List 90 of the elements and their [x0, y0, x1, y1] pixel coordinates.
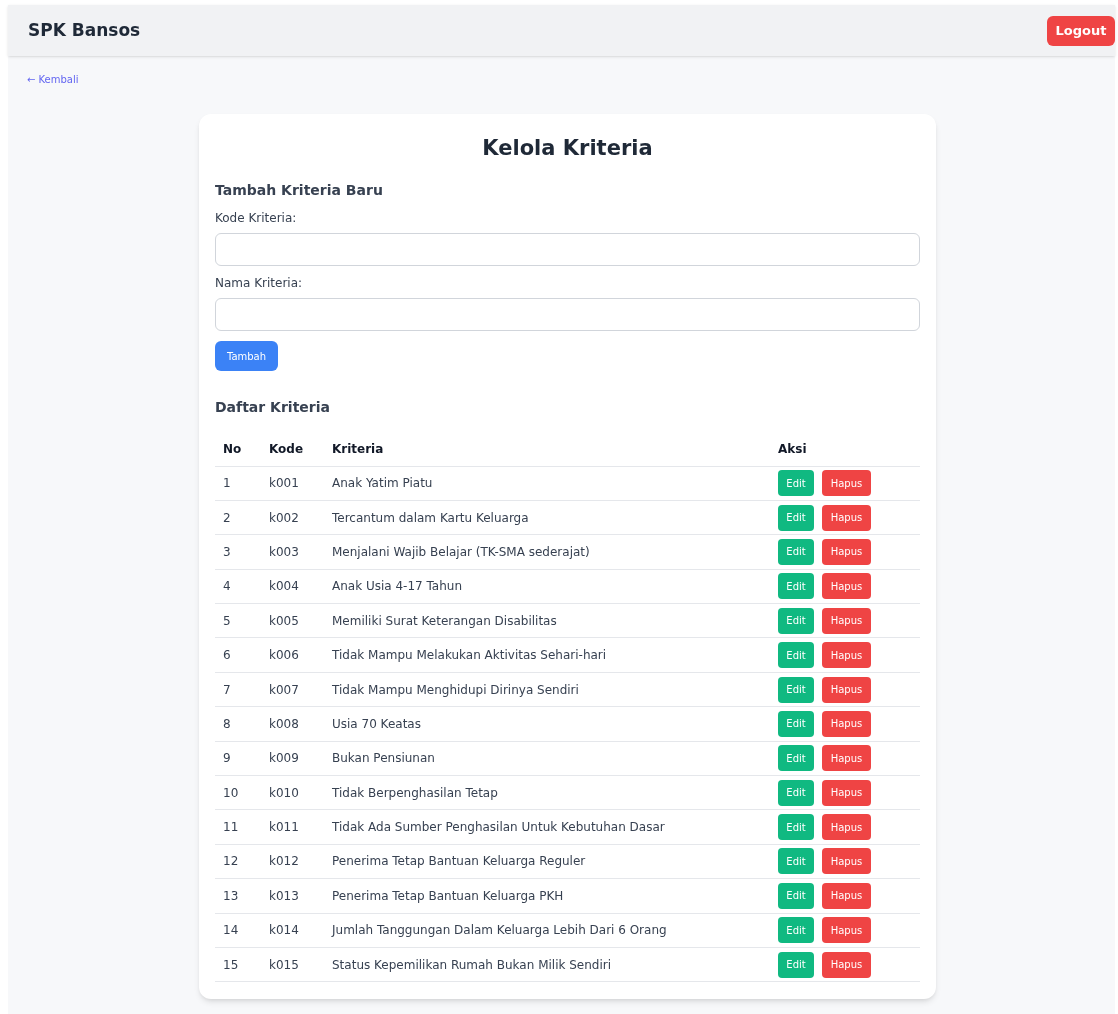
edit-button[interactable]: Edit: [778, 504, 814, 531]
list-heading: Daftar Kriteria: [215, 398, 331, 417]
table-cell: k003: [261, 534, 324, 570]
table-cell: Anak Usia 4-17 Tahun: [324, 569, 770, 604]
column-header: Kriteria: [324, 432, 770, 466]
table-cell: Tidak Mampu Melakukan Aktivitas Sehari-hari: [324, 637, 770, 673]
table-cell: k008: [261, 706, 324, 742]
delete-button[interactable]: Hapus: [822, 642, 871, 669]
delete-button[interactable]: Hapus: [822, 917, 871, 944]
delete-button[interactable]: Hapus: [822, 504, 871, 531]
delete-button[interactable]: Hapus: [822, 814, 871, 841]
add-button[interactable]: Tambah: [215, 341, 278, 371]
table-cell: 11: [215, 809, 261, 845]
field-label: Kode Kriteria:: [215, 210, 298, 227]
table-cell: Memiliki Surat Keterangan Disabilitas: [324, 603, 770, 638]
delete-button[interactable]: Hapus: [822, 779, 871, 806]
logout-button[interactable]: Logout: [1047, 15, 1115, 46]
table-cell: Bukan Pensiunan: [324, 741, 770, 776]
delete-button[interactable]: Hapus: [822, 745, 871, 772]
edit-button[interactable]: Edit: [778, 676, 814, 703]
back-link[interactable]: ← Kembali: [27, 74, 79, 85]
table-cell: k014: [261, 913, 324, 948]
table-cell: k011: [261, 809, 324, 845]
delete-button[interactable]: Hapus: [822, 470, 871, 497]
table-cell: k005: [261, 603, 324, 638]
table-cell: k002: [261, 500, 324, 535]
table-cell: 7: [215, 672, 261, 707]
table-cell: 1: [215, 466, 261, 501]
delete-button[interactable]: Hapus: [822, 848, 871, 875]
table-cell: Status Kepemilikan Rumah Bukan Milik Sendiri: [324, 947, 770, 982]
table-cell: Usia 70 Keatas: [324, 706, 770, 742]
table-cell: 12: [215, 844, 261, 879]
edit-button[interactable]: Edit: [778, 573, 814, 600]
edit-button[interactable]: Edit: [778, 848, 814, 875]
delete-button[interactable]: Hapus: [822, 573, 871, 600]
edit-button[interactable]: Edit: [778, 710, 814, 737]
delete-button[interactable]: Hapus: [822, 538, 871, 565]
app-title: SPK Bansos: [28, 18, 141, 42]
table-cell: k006: [261, 637, 324, 673]
delete-button[interactable]: Hapus: [822, 710, 871, 737]
table-cell: 10: [215, 775, 261, 810]
table-cell: 2: [215, 500, 261, 535]
table-cell: k010: [261, 775, 324, 810]
table-cell: k007: [261, 672, 324, 707]
table-cell: 15: [215, 947, 261, 982]
edit-button[interactable]: Edit: [778, 917, 814, 944]
edit-button[interactable]: Edit: [778, 607, 814, 634]
table-cell: Menjalani Wajib Belajar (TK-SMA sederajat): [324, 534, 770, 570]
table-cell: 8: [215, 706, 261, 742]
table-cell: k015: [261, 947, 324, 982]
edit-button[interactable]: Edit: [778, 470, 814, 497]
form-heading: Tambah Kriteria Baru: [215, 181, 384, 200]
table-cell: Tidak Mampu Menghidupi Dirinya Sendiri: [324, 672, 770, 707]
page-title: Kelola Kriteria: [481, 135, 654, 162]
edit-button[interactable]: Edit: [778, 642, 814, 669]
table-cell: k013: [261, 878, 324, 914]
table-cell: 6: [215, 637, 261, 673]
delete-button[interactable]: Hapus: [822, 882, 871, 909]
table-cell: Penerima Tetap Bantuan Keluarga PKH: [324, 878, 770, 914]
table-cell: 3: [215, 534, 261, 570]
delete-button[interactable]: Hapus: [822, 676, 871, 703]
column-header: Aksi: [770, 432, 920, 466]
table-cell: Anak Yatim Piatu: [324, 466, 770, 501]
table-cell: 13: [215, 878, 261, 914]
table-cell: k001: [261, 466, 324, 501]
table-cell: Jumlah Tanggungan Dalam Keluarga Lebih Dari 6 Orang: [324, 913, 770, 948]
column-header: Kode: [261, 432, 324, 466]
table-cell: k004: [261, 569, 324, 604]
table-cell: Tercantum dalam Kartu Keluarga: [324, 500, 770, 535]
edit-button[interactable]: Edit: [778, 745, 814, 772]
table-cell: 5: [215, 603, 261, 638]
table-cell: 14: [215, 913, 261, 948]
edit-button[interactable]: Edit: [778, 538, 814, 565]
delete-button[interactable]: Hapus: [822, 951, 871, 978]
edit-button[interactable]: Edit: [778, 882, 814, 909]
table-cell: Tidak Berpenghasilan Tetap: [324, 775, 770, 810]
table-cell: Tidak Ada Sumber Penghasilan Untuk Kebutuhan Dasar: [324, 809, 770, 845]
table-cell: 9: [215, 741, 261, 776]
delete-button[interactable]: Hapus: [822, 607, 871, 634]
table-cell: Penerima Tetap Bantuan Keluarga Reguler: [324, 844, 770, 879]
table-cell: 4: [215, 569, 261, 604]
edit-button[interactable]: Edit: [778, 814, 814, 841]
column-header: No: [215, 432, 261, 466]
input-field[interactable]: [215, 298, 920, 331]
table-cell: k009: [261, 741, 324, 776]
table-cell: k012: [261, 844, 324, 879]
field-label: Nama Kriteria:: [215, 275, 304, 292]
edit-button[interactable]: Edit: [778, 951, 814, 978]
edit-button[interactable]: Edit: [778, 779, 814, 806]
input-field[interactable]: [215, 233, 920, 266]
